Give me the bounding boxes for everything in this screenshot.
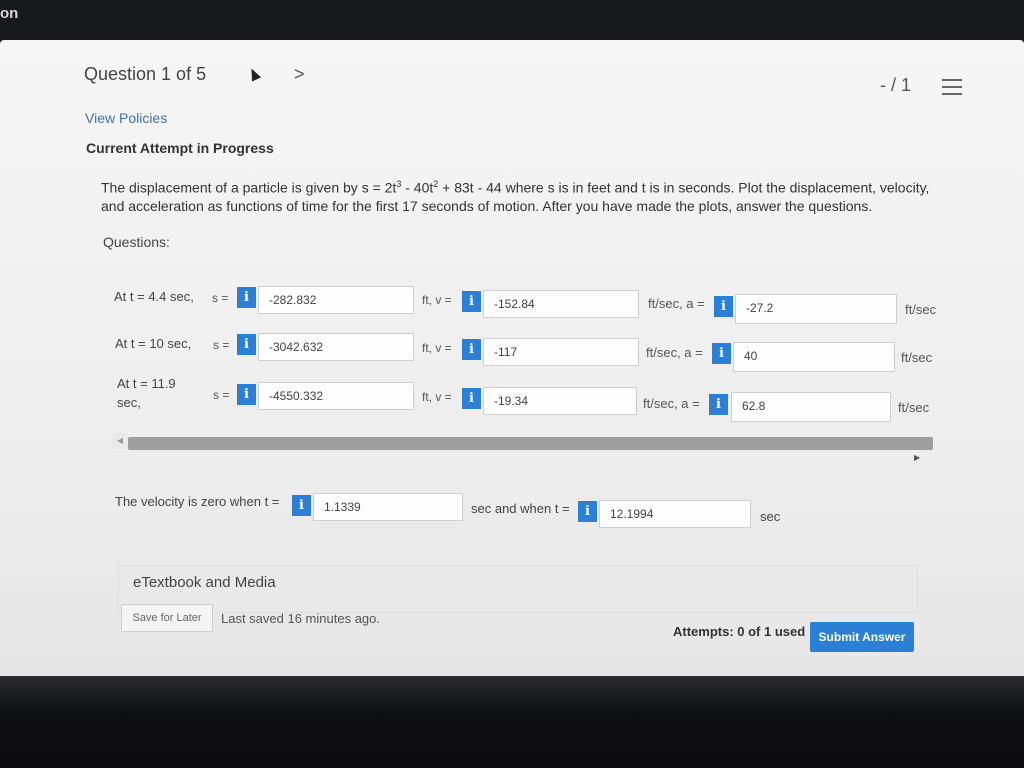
velocity-zero-suffix: sec bbox=[760, 509, 781, 524]
question-list-icon[interactable] bbox=[942, 78, 962, 96]
displacement-input[interactable]: -4550.332 bbox=[258, 382, 414, 410]
zero-time-1-input[interactable]: 1.1339 bbox=[313, 493, 463, 521]
info-icon[interactable]: i bbox=[237, 334, 256, 355]
info-icon[interactable]: i bbox=[714, 296, 733, 317]
attempts-counter: Attempts: 0 of 1 used bbox=[673, 624, 806, 639]
info-icon[interactable]: i bbox=[712, 343, 731, 364]
displacement-input[interactable]: -282.832 bbox=[258, 286, 414, 314]
row-label-line-2: sec, bbox=[117, 395, 141, 410]
displacement-input[interactable]: -3042.632 bbox=[258, 333, 414, 361]
attempt-status: Current Attempt in Progress bbox=[86, 140, 274, 156]
row-label: At t = 10 sec, bbox=[115, 336, 192, 351]
questions-heading: Questions: bbox=[103, 234, 170, 250]
monitor-bezel bbox=[0, 676, 1024, 768]
scroll-left-arrow-icon[interactable]: ◀ bbox=[112, 433, 128, 449]
s-equals-label: s = bbox=[213, 338, 230, 352]
problem-line-2: and acceleration as functions of time fo… bbox=[101, 197, 873, 214]
acceleration-input[interactable]: -27.2 bbox=[735, 294, 897, 324]
question-counter: Question 1 of 5 bbox=[84, 64, 207, 84]
a-equals-label: ft/sec, a = bbox=[648, 296, 705, 311]
info-icon[interactable]: i bbox=[292, 495, 311, 516]
velocity-zero-prefix: The velocity is zero when t = bbox=[115, 494, 280, 509]
horizontal-scrollbar[interactable] bbox=[128, 437, 933, 450]
v-equals-label: ft, v = bbox=[422, 341, 452, 355]
row-label-line-1: At t = 11.9 bbox=[117, 376, 176, 391]
acceleration-input[interactable]: 40 bbox=[733, 342, 895, 372]
info-icon[interactable]: i bbox=[237, 287, 256, 308]
info-icon[interactable]: i bbox=[462, 291, 481, 312]
acceleration-input[interactable]: 62.8 bbox=[731, 392, 891, 422]
unit-label: ft/sec bbox=[898, 400, 930, 415]
problem-line-1: The displacement of a particle is given … bbox=[101, 179, 930, 196]
next-question-button[interactable]: > bbox=[294, 64, 305, 85]
zero-time-2-input[interactable]: 12.1994 bbox=[599, 500, 751, 528]
v-equals-label: ft, v = bbox=[422, 293, 452, 307]
info-icon[interactable]: i bbox=[462, 339, 481, 360]
a-equals-label: ft/sec, a = bbox=[646, 345, 703, 360]
os-bar-text: on bbox=[0, 5, 19, 22]
row-label: At t = 4.4 sec, bbox=[114, 289, 194, 304]
problem-statement: The displacement of a particle is given … bbox=[101, 175, 951, 215]
s-equals-label: s = bbox=[212, 291, 229, 305]
info-icon[interactable]: i bbox=[462, 388, 481, 409]
a-equals-label: ft/sec, a = bbox=[643, 396, 700, 411]
velocity-input[interactable]: -117 bbox=[483, 338, 639, 366]
view-policies-link[interactable]: View Policies bbox=[85, 110, 167, 126]
v-equals-label: ft, v = bbox=[422, 390, 452, 404]
save-for-later-button[interactable]: Save for Later bbox=[121, 604, 213, 632]
s-equals-label: s = bbox=[213, 388, 230, 402]
velocity-input[interactable]: -152.84 bbox=[483, 290, 639, 318]
unit-label: ft/sec bbox=[901, 350, 933, 365]
info-icon[interactable]: i bbox=[578, 501, 597, 522]
info-icon[interactable]: i bbox=[709, 394, 728, 415]
scroll-right-arrow-icon[interactable]: ▶ bbox=[914, 453, 920, 462]
etextbook-title: eTextbook and Media bbox=[133, 574, 276, 591]
velocity-input[interactable]: -19.34 bbox=[483, 387, 637, 415]
last-saved-text: Last saved 16 minutes ago. bbox=[221, 611, 380, 626]
etextbook-media-panel[interactable]: eTextbook and Media bbox=[118, 565, 918, 613]
info-icon[interactable]: i bbox=[237, 384, 256, 405]
submit-answer-button[interactable]: Submit Answer bbox=[810, 622, 914, 652]
unit-label: ft/sec bbox=[905, 302, 937, 317]
velocity-zero-middle: sec and when t = bbox=[471, 501, 570, 516]
score-display: - / 1 bbox=[880, 75, 912, 95]
